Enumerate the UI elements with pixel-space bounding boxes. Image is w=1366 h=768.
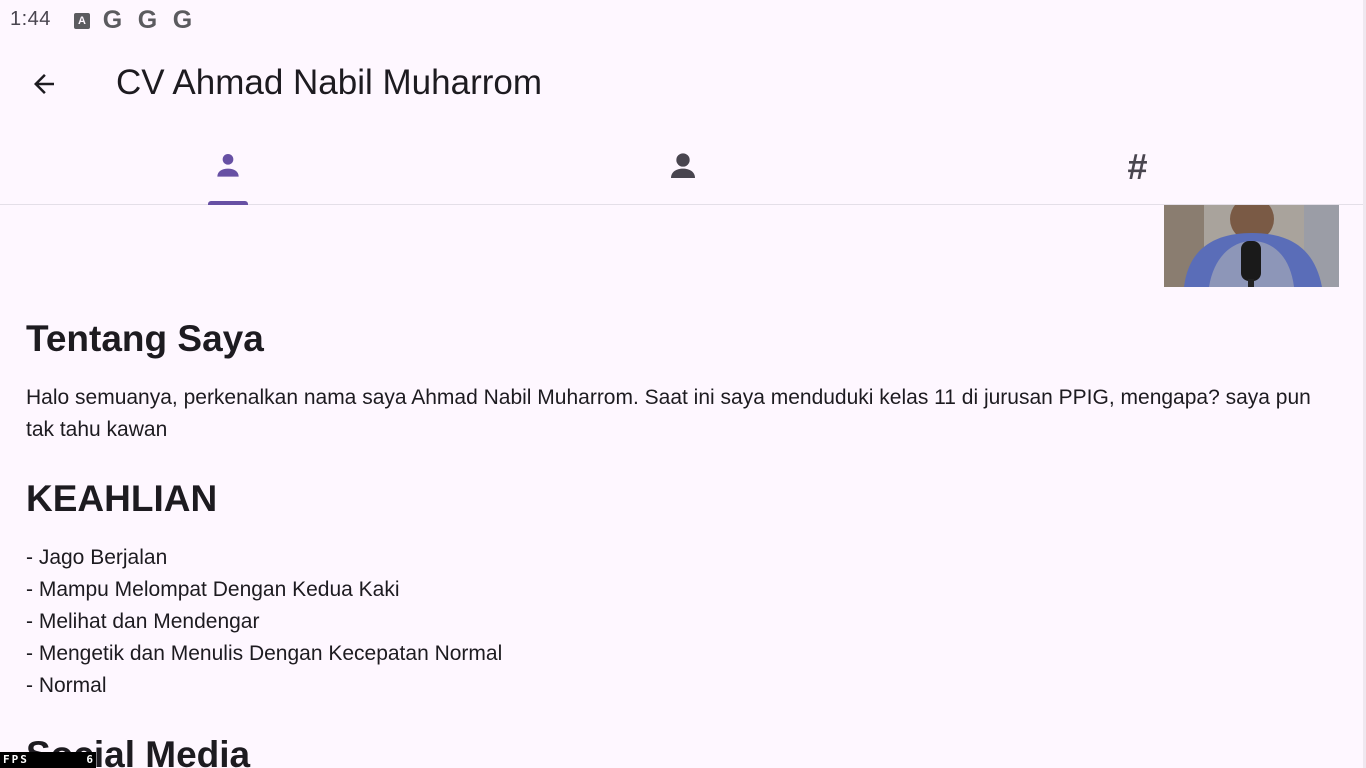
tab-profile[interactable] bbox=[0, 126, 455, 205]
app-bar: CV Ahmad Nabil Muharrom bbox=[0, 40, 1366, 126]
hashtag-icon: # bbox=[1127, 146, 1148, 187]
fps-counter: FPS 6 bbox=[0, 752, 96, 768]
skills-title: KEAHLIAN bbox=[26, 478, 218, 519]
about-text: Halo semuanya, perkenalkan nama saya Ahm… bbox=[26, 386, 1311, 441]
fps-label: FPS bbox=[3, 753, 29, 766]
profile-photo bbox=[1164, 205, 1339, 287]
tab-hashtag[interactable]: # bbox=[910, 126, 1365, 204]
fps-value: 6 bbox=[86, 753, 93, 766]
app-screen: 1:44 A G G G CV Ahmad Nabil Muharrom # T… bbox=[0, 0, 1366, 768]
list-item: - Jago Berjalan bbox=[26, 546, 168, 569]
cv-content: Tentang Saya Halo semuanya, perkenalkan … bbox=[0, 205, 1364, 768]
arrow-back-icon bbox=[34, 74, 54, 94]
notification-icons: A G G G bbox=[74, 6, 205, 34]
skills-list: - Jago Berjalan - Mampu Melompat Dengan … bbox=[26, 542, 502, 702]
about-title: Tentang Saya bbox=[26, 318, 264, 359]
status-time: 1:44 bbox=[10, 8, 51, 30]
list-item: - Melihat dan Mendengar bbox=[26, 610, 260, 633]
google-icon: G bbox=[172, 6, 193, 34]
page-title: CV Ahmad Nabil Muharrom bbox=[116, 63, 542, 102]
person-icon bbox=[216, 154, 239, 177]
back-button[interactable] bbox=[22, 62, 66, 106]
tab-account[interactable] bbox=[455, 126, 910, 204]
google-icon: G bbox=[137, 6, 158, 34]
account-icon bbox=[670, 153, 695, 178]
tab-bar: # bbox=[0, 126, 1366, 205]
list-item: - Normal bbox=[26, 674, 107, 697]
google-icon: G bbox=[102, 6, 123, 34]
status-bar: 1:44 A G G G bbox=[0, 0, 1366, 40]
a-notification-icon: A bbox=[74, 13, 90, 29]
list-item: - Mampu Melompat Dengan Kedua Kaki bbox=[26, 578, 400, 601]
list-item: - Mengetik dan Menulis Dengan Kecepatan … bbox=[26, 642, 503, 665]
